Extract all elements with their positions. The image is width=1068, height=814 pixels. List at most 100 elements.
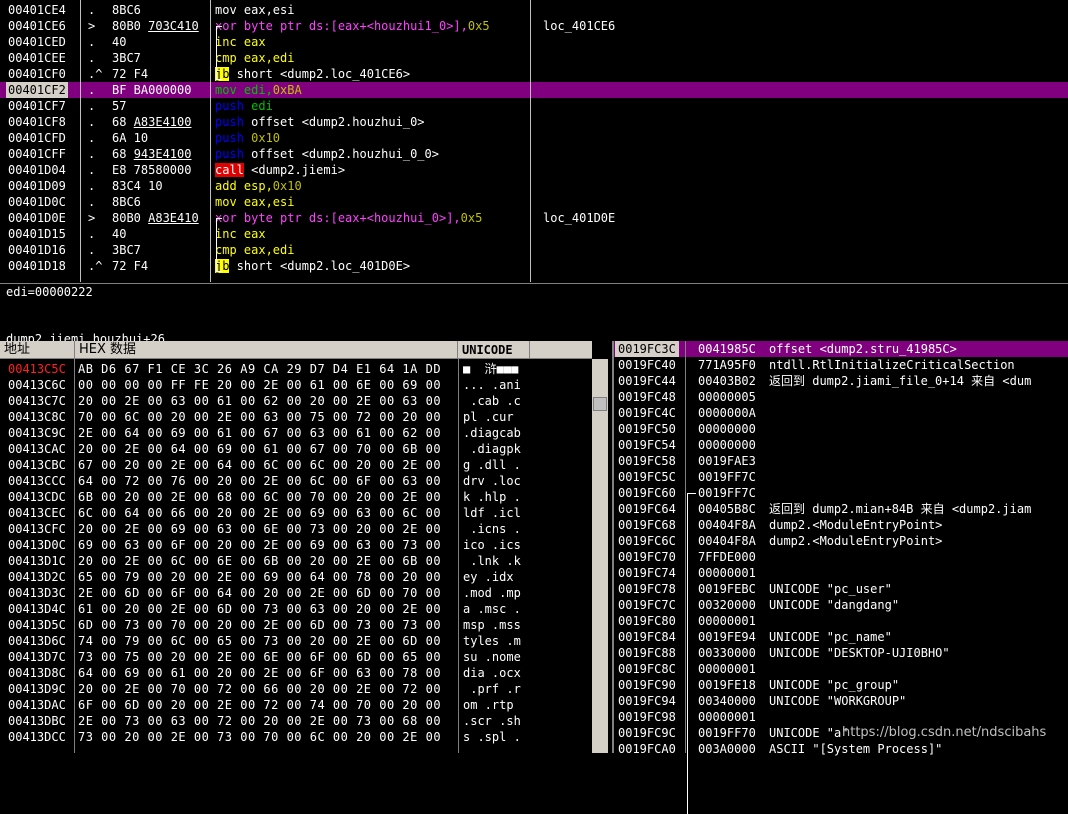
dump-scrollbar[interactable]	[592, 359, 608, 753]
disasm-row[interactable]: 00401CE4. 8BC6 mov eax,esi	[0, 2, 1068, 18]
stack-value: 7FFDE000	[698, 550, 756, 564]
disasm-column-sep-address	[80, 0, 81, 282]
disasm-address: 00401CFD	[8, 131, 66, 145]
dump-header-hex[interactable]: HEX 数据	[75, 341, 458, 359]
disasm-jump-marker: .	[88, 115, 96, 129]
dump-unicode-text: ldf .icl	[463, 506, 521, 520]
dump-scrollbar-thumb[interactable]	[593, 397, 607, 411]
hex-dump-pane[interactable]: 地址 HEX 数据 UNICODE 00413C5C AB D6 67 F1 CE…	[0, 341, 610, 753]
stack-row[interactable]: 0019FC4C 0000000A	[614, 405, 1068, 421]
disasm-token: push	[215, 147, 244, 161]
dump-hex-bytes: 64 00 69 00 61 00 20 00 2E 00 6F 00 63 0…	[78, 666, 442, 680]
disasm-row[interactable]: 00401D0C. 8BC6 mov eax,esi	[0, 194, 1068, 210]
stack-row[interactable]: 0019FC98 00000001	[614, 709, 1068, 725]
stack-row[interactable]: 0019FC54 00000000	[614, 437, 1068, 453]
watermark-text: https://blog.csdn.net/ndscibahs	[842, 725, 1047, 740]
disasm-row[interactable]: 00401D04. E8 78580000 call <dump2.jiemi>	[0, 162, 1068, 178]
stack-row[interactable]: 0019FC5C 0019FF7C	[614, 469, 1068, 485]
stack-row[interactable]: 0019FC58 0019FAE3	[614, 453, 1068, 469]
stack-comment: UNICODE "pc_user"	[769, 582, 892, 596]
stack-row[interactable]: 0019FC7C 00320000 UNICODE "dangdang"	[614, 597, 1068, 613]
disasm-row[interactable]: 00401D18 .^ 72 F4 jb short <dump2.loc_401D0…	[0, 258, 1068, 274]
dump-unicode-text: .prf .r	[463, 682, 521, 696]
stack-row[interactable]: 0019FCA0 003A0000 ASCII "[System Process]"	[614, 741, 1068, 757]
dump-address: 00413D9C	[8, 682, 66, 696]
stack-row[interactable]: 0019FC50 00000000	[614, 421, 1068, 437]
stack-row[interactable]: 0019FC94 00340000 UNICODE "WORKGROUP"	[614, 693, 1068, 709]
stack-value: 00000001	[698, 662, 756, 676]
disasm-hex-text: 8BC6	[112, 3, 141, 17]
stack-row[interactable]: 0019FC88 00330000 UNICODE "DESKTOP-UJI0BHO…	[614, 645, 1068, 661]
disasm-row[interactable]: 00401CED. 40 inc eax	[0, 34, 1068, 50]
stack-row[interactable]: 0019FC3C 0041985C offset <dump2.stru_41985…	[614, 341, 1068, 357]
stack-comment: UNICODE "pc_group"	[769, 678, 900, 692]
stack-comment: 返回到 dump2.mian+84B 来自 <dump2.jiam	[769, 502, 1032, 516]
stack-row[interactable]: 0019FC70 7FFDE000	[614, 549, 1068, 565]
stack-row[interactable]: 0019FC8C 00000001	[614, 661, 1068, 677]
stack-frame-bracket	[687, 493, 696, 814]
disasm-row[interactable]: 00401CFF. 68 943E4100 push offset <dump2.h…	[0, 146, 1068, 162]
disasm-row[interactable]: 00401CFD. 6A 10 push 0x10	[0, 130, 1068, 146]
dump-unicode-text: k .hlp .	[463, 490, 521, 504]
disasm-row[interactable]: 00401CF7. 57 push edi	[0, 98, 1068, 114]
disasm-token: mov edi,	[215, 83, 273, 97]
disasm-row[interactable]: 00401CF8. 68 A83E4100 push offset <dump2.h…	[0, 114, 1068, 130]
stack-address: 0019FC80	[618, 614, 676, 628]
disasm-row[interactable]: 00401CF2. BF BA000000 mov edi,0xBA	[0, 82, 1068, 98]
stack-address: 0019FC88	[618, 646, 676, 660]
stack-address: 0019FC50	[618, 422, 676, 436]
dump-hex-bytes: 6F 00 6D 00 20 00 2E 00 72 00 74 00 70 0…	[78, 698, 442, 712]
disasm-jump-marker: .	[88, 163, 96, 177]
dump-address: 00413CCC	[8, 474, 66, 488]
stack-row[interactable]: 0019FC60 0019FF7C	[614, 485, 1068, 501]
disasm-hex-bytes: 6A 10	[112, 130, 148, 146]
disasm-address: 00401D0E	[8, 211, 66, 225]
disasm-column-sep-hex	[210, 0, 211, 282]
disasm-row[interactable]: 00401D09. 83C4 10 add esp,0x10	[0, 178, 1068, 194]
stack-comment: dump2.<ModuleEntryPoint>	[769, 518, 943, 532]
stack-row[interactable]: 0019FC48 00000005	[614, 389, 1068, 405]
disasm-address: 00401CE6	[8, 19, 66, 33]
disasm-address: 00401CF2	[6, 82, 68, 98]
disassembly-pane[interactable]: 00401CE4. 8BC6 mov eax,esi 00401CE6 >80B0 70…	[0, 0, 1068, 282]
disasm-token: edi	[243, 99, 273, 113]
disasm-row[interactable]: 00401CE6 >80B0 703C410 xor byte ptr ds:[ea…	[0, 18, 1068, 34]
stack-row[interactable]: 0019FC6C 00404F8A dump2.<ModuleEntryPoint>	[614, 533, 1068, 549]
dump-hex-bytes: AB D6 67 F1 CE 3C 26 A9 CA 29 D7 D4 E1 6…	[78, 362, 442, 376]
disasm-jump-marker: .^	[88, 259, 103, 273]
disasm-token: push	[215, 115, 244, 129]
stack-row[interactable]: 0019FC68 00404F8A dump2.<ModuleEntryPoint>	[614, 517, 1068, 533]
stack-row[interactable]: 0019FC80 00000001	[614, 613, 1068, 629]
disasm-row[interactable]: 00401D15. 40 inc eax	[0, 226, 1068, 242]
stack-address: 0019FC78	[618, 582, 676, 596]
disasm-jump-marker: .	[88, 195, 96, 209]
dump-hex-bytes: 74 00 79 00 6C 00 65 00 73 00 20 00 2E 0…	[78, 634, 442, 648]
stack-value: 0019FE94	[698, 630, 756, 644]
disasm-row[interactable]: 00401CEE. 3BC7 cmp eax,edi	[0, 50, 1068, 66]
stack-row[interactable]: 0019FC64 00405B8C 返回到 dump2.mian+84B 来自 <d…	[614, 501, 1068, 517]
dump-header-unicode[interactable]: UNICODE	[458, 341, 530, 359]
disasm-row[interactable]: 00401D0E >80B0 A83E410 xor byte ptr ds:[ea…	[0, 210, 1068, 226]
stack-row[interactable]: 0019FC84 0019FE94 UNICODE "pc_name"	[614, 629, 1068, 645]
disasm-instruction: mov edi,0xBA	[215, 82, 302, 98]
stack-value: 00000000	[698, 422, 756, 436]
stack-pane[interactable]: 0019FC3C 0041985C offset <dump2.stru_41985…	[612, 341, 1068, 814]
stack-address: 0019FC90	[618, 678, 676, 692]
stack-row[interactable]: 0019FC40 771A95F0 ntdll.RtlInitializeCriti…	[614, 357, 1068, 373]
disasm-hex-bytes: 8BC6	[112, 2, 141, 18]
disasm-row[interactable]: 00401CF0 .^ 72 F4 jb short <dump2.loc_401CE…	[0, 66, 1068, 82]
disasm-address: 00401CEE	[8, 51, 66, 65]
disasm-label-comment: loc_401D0E	[543, 211, 616, 225]
disasm-token: 0x5	[467, 19, 490, 33]
stack-row[interactable]: 0019FC90 0019FE18 UNICODE "pc_group"	[614, 677, 1068, 693]
dump-header-address[interactable]: 地址	[0, 341, 75, 359]
disasm-row[interactable]: 00401D16. 3BC7 cmp eax,edi	[0, 242, 1068, 258]
disasm-address: 00401D09	[8, 179, 66, 193]
stack-row[interactable]: 0019FC44 00403B02 返回到 dump2.jiami_file_0+1…	[614, 373, 1068, 389]
stack-row[interactable]: 0019FC74 00000001	[614, 565, 1068, 581]
dump-hex-bytes: 67 00 20 00 2E 00 64 00 6C 00 6C 00 20 0…	[78, 458, 442, 472]
dump-hex-bytes: 20 00 2E 00 69 00 63 00 6E 00 73 00 20 0…	[78, 522, 442, 536]
stack-address: 0019FC60	[618, 486, 676, 500]
stack-row[interactable]: 0019FC78 0019FEBC UNICODE "pc_user"	[614, 581, 1068, 597]
dump-unicode-text: ey .idx	[463, 570, 521, 584]
